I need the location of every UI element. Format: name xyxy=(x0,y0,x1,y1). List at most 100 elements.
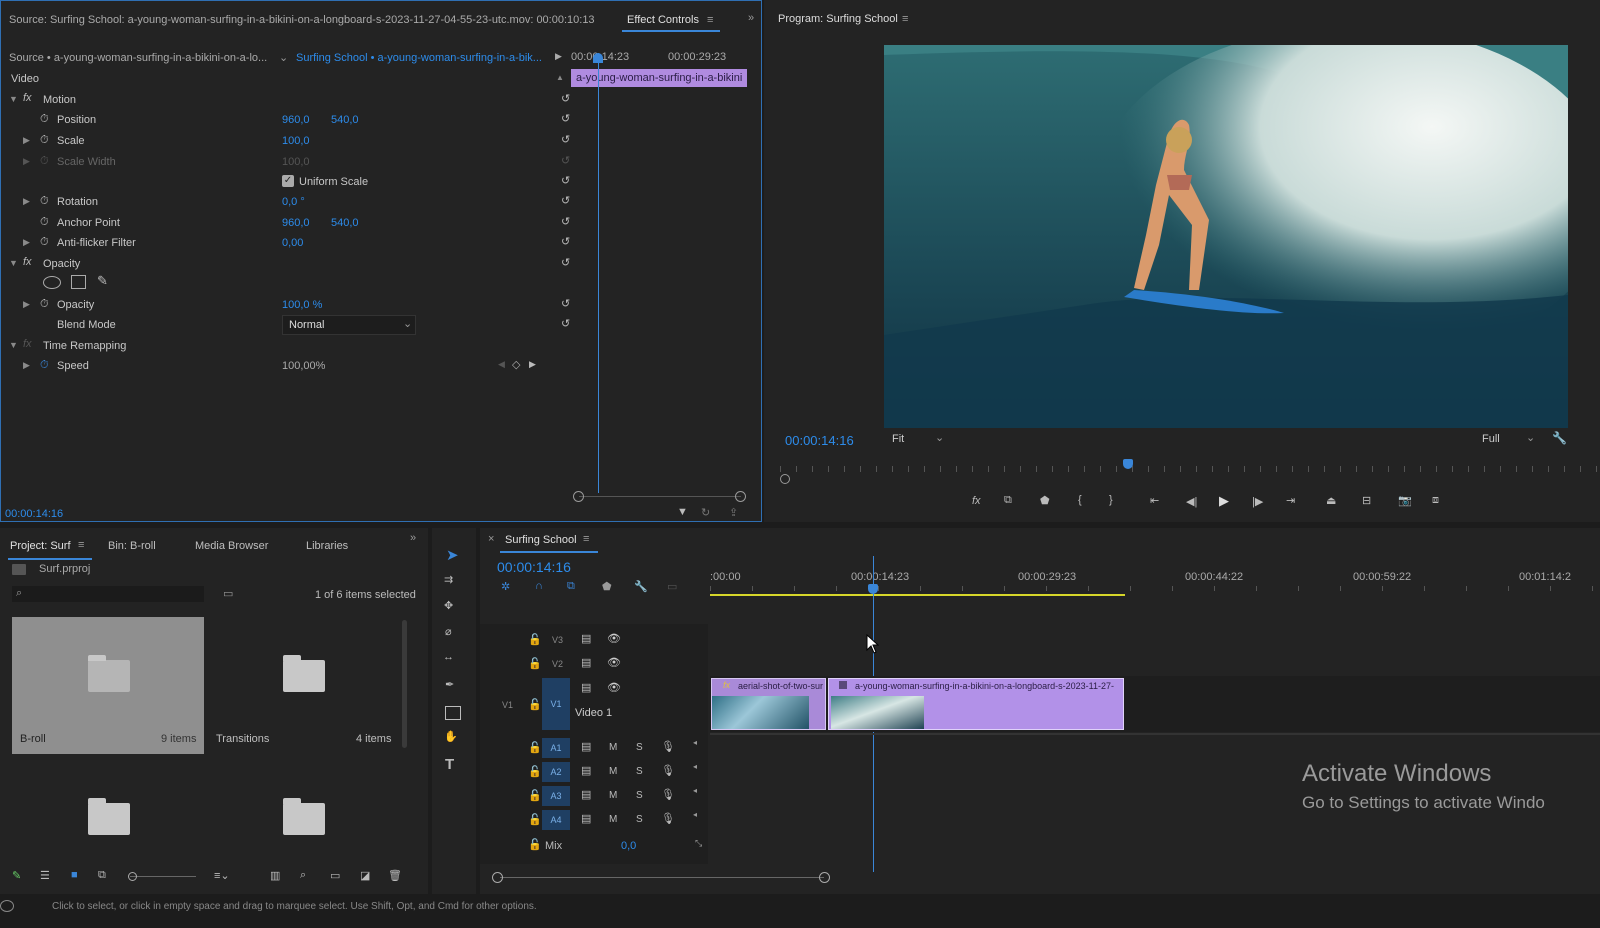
sync-lock-icon[interactable]: ▤ xyxy=(581,788,591,801)
rotation-expand-icon[interactable]: ▶ xyxy=(23,196,30,207)
program-timecode[interactable]: 00:00:14:16 xyxy=(785,433,854,448)
lift-icon[interactable]: ⏏ xyxy=(1326,494,1336,507)
mute-a4[interactable]: M xyxy=(609,814,617,825)
track-label-a2[interactable]: A2 xyxy=(542,762,570,782)
source-clip-selector[interactable]: Source • a-young-woman-surfing-in-a-biki… xyxy=(9,52,267,64)
step-back-icon[interactable]: ◀| xyxy=(1186,495,1197,508)
lock-icon[interactable]: 🔓 xyxy=(528,633,542,646)
track-label-a4[interactable]: A4 xyxy=(542,810,570,830)
source-patch-v1[interactable]: V1 xyxy=(502,700,513,710)
track-label-v3[interactable]: V3 xyxy=(552,635,563,645)
razor-tool-icon[interactable]: ⌀ xyxy=(445,625,452,638)
solo-a4[interactable]: S xyxy=(636,814,643,825)
reset-position-icon[interactable]: ↺ xyxy=(561,112,570,125)
microphone-icon[interactable]: 🎙 xyxy=(661,788,675,801)
sequence-tab[interactable]: Surfing School xyxy=(505,534,577,546)
freeform-view-icon[interactable]: ⧉ xyxy=(98,869,106,882)
compare-view-icon[interactable]: ⧉ xyxy=(1004,494,1012,507)
opacity-expand-icon[interactable]: ▶ xyxy=(23,299,30,310)
add-marker-icon[interactable]: ⬟ xyxy=(1040,494,1050,507)
speed-value[interactable]: 100,00% xyxy=(282,360,325,372)
fx-badge-icon[interactable]: fx xyxy=(23,256,32,268)
rotation-value[interactable]: 0,0 ° xyxy=(282,196,305,208)
mix-expand-icon[interactable]: ⤡ xyxy=(695,838,702,849)
go-to-out-icon[interactable]: ⇥ xyxy=(1286,494,1295,507)
pencil-icon[interactable]: ✎ xyxy=(12,869,21,882)
ripple-edit-tool-icon[interactable]: ✥ xyxy=(444,599,453,612)
blend-mode-select[interactable]: Normal ⌄ xyxy=(282,315,416,335)
antiflicker-value[interactable]: 0,00 xyxy=(282,237,303,249)
list-view-icon[interactable]: ☰ xyxy=(40,869,50,882)
program-video-frame[interactable] xyxy=(884,45,1568,428)
slip-tool-icon[interactable]: ↔ xyxy=(443,651,454,663)
fx-toggle-icon[interactable]: fx xyxy=(972,495,981,507)
linked-selection-icon[interactable]: ⧉ xyxy=(567,580,575,593)
tab-bin-broll[interactable]: Bin: B-roll xyxy=(108,534,156,558)
uniform-scale-checkbox[interactable]: ✓ xyxy=(282,175,294,187)
mute-a1[interactable]: M xyxy=(609,742,617,753)
rectangle-mask-icon[interactable] xyxy=(71,275,86,289)
track-select-tool-icon[interactable]: ⇉ xyxy=(444,573,453,586)
position-y-value[interactable]: 540,0 xyxy=(331,114,359,126)
play-clip-icon[interactable]: ▶ xyxy=(555,51,562,62)
reset-anchor-icon[interactable]: ↺ xyxy=(561,215,570,228)
tab-libraries[interactable]: Libraries xyxy=(306,534,348,558)
eye-icon[interactable]: 👁 xyxy=(607,632,621,645)
reset-opacity-icon[interactable]: ↺ xyxy=(561,297,570,310)
microphone-icon[interactable]: 🎙 xyxy=(661,812,675,825)
share-icon[interactable]: ⇪ xyxy=(729,506,738,519)
lock-icon[interactable]: 🔓 xyxy=(528,838,542,851)
bin-name[interactable]: Transitions xyxy=(216,733,269,745)
bin-name[interactable]: B-roll xyxy=(20,733,46,745)
speed-expand-icon[interactable]: ▶ xyxy=(23,360,30,371)
panel-menu-icon[interactable]: ≡ xyxy=(707,14,713,26)
go-to-in-icon[interactable]: ⇤ xyxy=(1150,494,1159,507)
anchor-y-value[interactable]: 540,0 xyxy=(331,217,359,229)
lock-icon[interactable]: 🔓 xyxy=(528,657,542,670)
add-marker-icon[interactable]: ⬟ xyxy=(602,580,612,593)
reset-opacity-section-icon[interactable]: ↺ xyxy=(561,256,570,269)
next-keyframe-icon[interactable]: ▶ xyxy=(529,359,536,370)
filter-icon[interactable]: ▼ xyxy=(677,506,688,518)
timeline-ruler[interactable] xyxy=(710,568,1600,596)
play-icon[interactable]: ▶ xyxy=(1219,493,1229,509)
lock-icon[interactable]: 🔓 xyxy=(528,813,542,826)
new-bin-icon[interactable]: ▭ xyxy=(330,869,340,882)
sync-lock-icon[interactable]: ▤ xyxy=(581,764,591,777)
panel-menu-icon[interactable]: ≡ xyxy=(902,13,908,25)
stopwatch-icon[interactable]: ⏱ xyxy=(40,113,49,126)
sync-lock-icon[interactable]: ▤ xyxy=(581,632,591,645)
mute-a2[interactable]: M xyxy=(609,766,617,777)
fx-badge-icon[interactable]: fx xyxy=(23,92,32,104)
zoom-slider[interactable] xyxy=(130,876,196,877)
antiflicker-expand-icon[interactable]: ▶ xyxy=(23,237,30,248)
quality-select[interactable]: Full ⌄ xyxy=(1478,432,1538,448)
sequence-clip-selector[interactable]: Surfing School • a-young-woman-surfing-i… xyxy=(296,52,542,64)
program-monitor-title[interactable]: Program: Surfing School xyxy=(778,13,898,25)
timeline-clip-surfing[interactable]: a-young-woman-surfing-in-a-bikini-on-a-l… xyxy=(828,678,1124,730)
reset-uniform-icon[interactable]: ↺ xyxy=(561,174,570,187)
eye-icon[interactable]: 👁 xyxy=(607,656,621,669)
solo-a3[interactable]: S xyxy=(636,790,643,801)
program-scrub-ruler[interactable] xyxy=(780,466,1600,472)
extract-icon[interactable]: ⊟ xyxy=(1362,494,1371,507)
scroll-up-icon[interactable]: ▲ xyxy=(556,73,564,82)
opacity-value[interactable]: 100,0 % xyxy=(282,299,322,311)
scale-value[interactable]: 100,0 xyxy=(282,135,310,147)
hand-tool-icon[interactable]: ✋ xyxy=(444,730,458,743)
microphone-icon[interactable]: 🎙 xyxy=(661,764,675,777)
timeline-timecode[interactable]: 00:00:14:16 xyxy=(497,559,571,575)
position-x-value[interactable]: 960,0 xyxy=(282,114,310,126)
pen-tool-icon[interactable]: ✒ xyxy=(445,678,454,691)
ec-playhead[interactable] xyxy=(598,53,599,493)
eye-icon[interactable]: 👁 xyxy=(607,681,621,694)
reset-blend-icon[interactable]: ↺ xyxy=(561,317,570,330)
lock-icon[interactable]: 🔓 xyxy=(528,698,542,711)
opacity-collapse-icon[interactable]: ▼ xyxy=(9,258,18,268)
stopwatch-icon[interactable]: ⏱ xyxy=(40,359,49,372)
mark-in-icon[interactable]: { xyxy=(1078,494,1082,506)
trash-icon[interactable]: 🗑 xyxy=(388,869,402,882)
track-label-v1[interactable]: V1 xyxy=(542,678,570,730)
new-item-icon[interactable]: ◪ xyxy=(360,869,370,882)
rectangle-tool-icon[interactable] xyxy=(445,706,461,720)
